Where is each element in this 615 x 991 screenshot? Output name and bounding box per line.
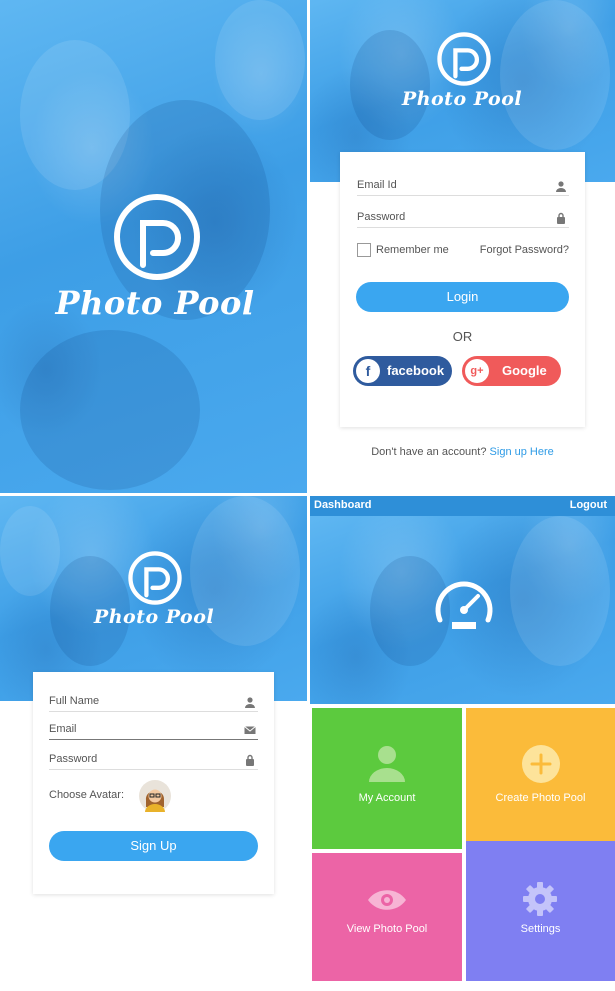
tile-view-photo-pool[interactable]: View Photo Pool [312,853,462,981]
lock-icon [557,212,565,224]
envelope-icon [244,726,256,734]
photo-pool-logo-icon [114,194,200,280]
fullname-field[interactable]: Full Name [49,688,258,712]
remember-me-checkbox[interactable] [357,243,371,257]
lock-icon [246,754,254,766]
logout-button[interactable]: Logout [570,499,607,511]
password-field[interactable]: Password [49,746,258,770]
fullname-label: Full Name [49,695,100,707]
app-name: Photo Pool [55,284,255,322]
no-account-text: Don't have an account? [371,446,487,458]
forgot-password-link[interactable]: Forgot Password? [480,244,569,256]
login-screen: Photo Pool Email Id Password Remember me… [310,0,615,493]
email-label: Email Id [357,179,397,191]
login-button[interactable]: Login [356,282,569,312]
facebook-login-button[interactable]: f facebook [353,356,452,386]
choose-avatar-label: Choose Avatar: [49,789,125,801]
or-divider-text: OR [452,329,473,344]
signup-link[interactable]: Sign up Here [490,446,554,458]
remember-me-label: Remember me [376,244,449,256]
user-icon [369,746,405,782]
email-field[interactable]: Email Id [357,172,569,196]
tile-my-account[interactable]: My Account [312,708,462,849]
email-field[interactable]: Email [49,716,258,740]
google-login-button[interactable]: g+ Google [462,356,561,386]
email-label: Email [49,723,77,735]
password-label: Password [49,753,98,765]
google-plus-icon: g+ [465,359,489,383]
person-icon [556,181,566,192]
app-name: Photo Pool [93,606,215,628]
dashboard-title: Dashboard [314,499,372,511]
signup-card: Full Name Email Password Choose Avatar: … [33,672,274,894]
signup-screen: Photo Pool Full Name Email Password Choo… [0,496,307,991]
gear-icon [523,882,557,916]
plus-circle-icon [522,745,560,783]
dashboard-topbar: Dashboard Logout [310,496,615,516]
tile-create-photo-pool[interactable]: Create Photo Pool [466,708,615,849]
speedometer-icon [435,581,493,629]
app-name: Photo Pool [401,88,523,110]
eye-icon [368,890,406,910]
splash-screen: Photo Pool [0,0,307,493]
password-label: Password [357,211,406,223]
tile-settings[interactable]: Settings [466,841,615,981]
facebook-icon: f [356,359,380,383]
login-card: Email Id Password Remember me Forgot Pas… [340,152,585,427]
dashboard-header-photo [310,516,615,704]
photo-pool-logo-icon [128,551,182,605]
person-icon [245,697,255,708]
signup-button[interactable]: Sign Up [49,831,258,861]
photo-pool-logo-icon [437,32,491,86]
password-field[interactable]: Password [357,204,569,228]
avatar-picker[interactable] [139,780,171,812]
signup-prompt: Don't have an account? Sign up Here [310,446,615,458]
